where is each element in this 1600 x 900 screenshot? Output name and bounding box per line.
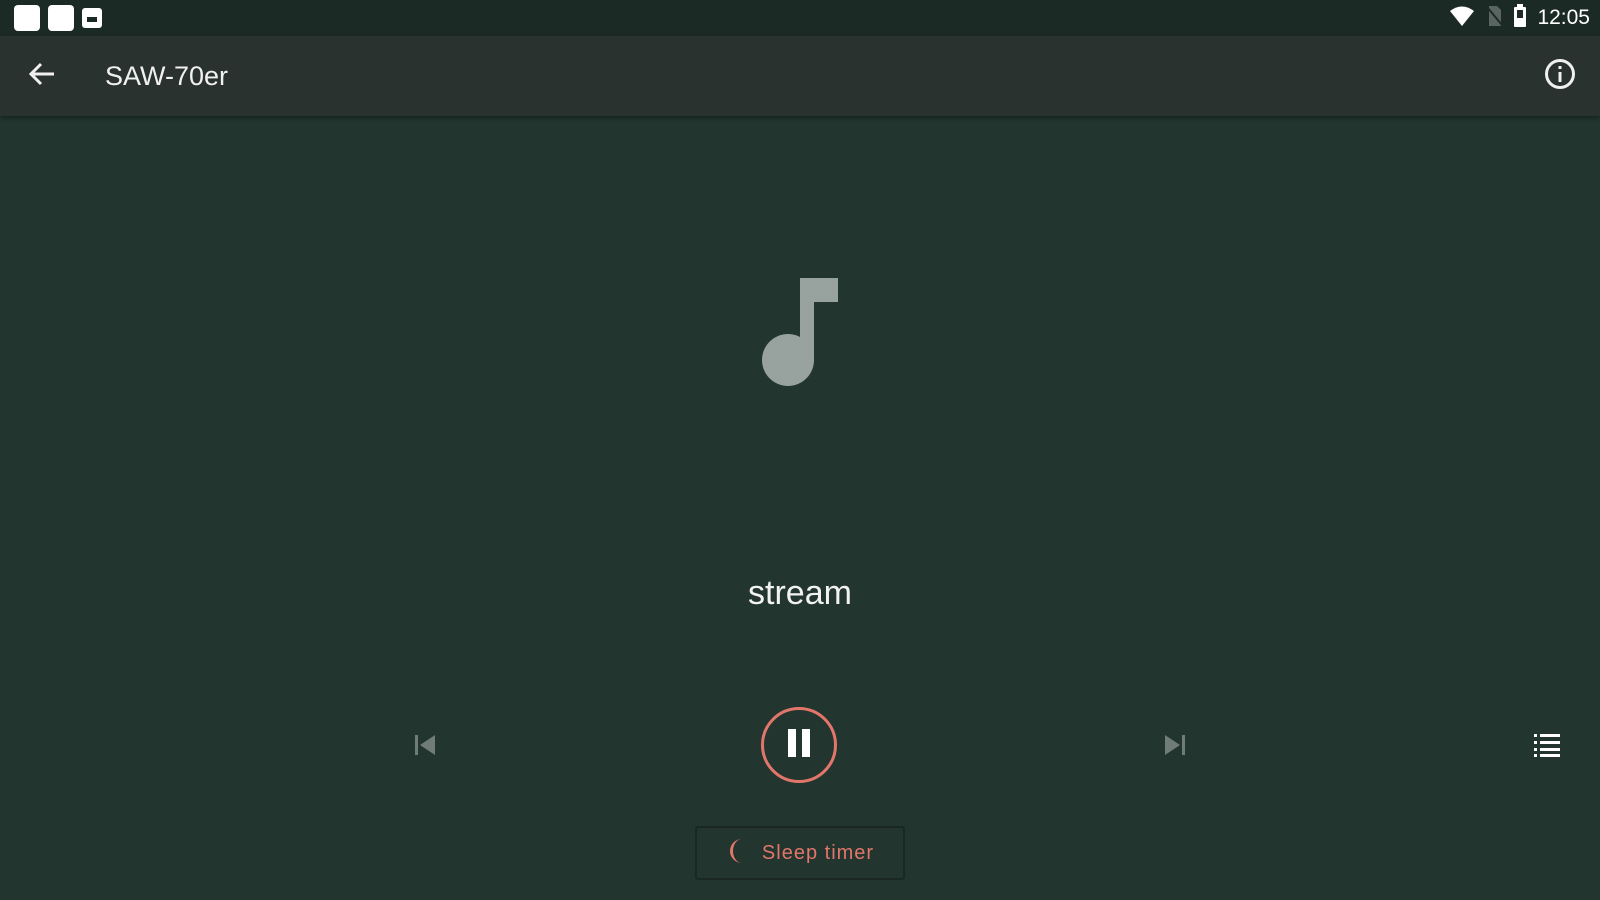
info-icon: [1544, 58, 1576, 95]
status-bar: 12:05: [0, 0, 1600, 36]
track-title: stream: [748, 574, 852, 612]
sleep-timer-label: Sleep timer: [761, 841, 875, 864]
pause-button[interactable]: [761, 707, 837, 783]
back-button[interactable]: [20, 54, 64, 98]
notification-icons: [14, 5, 102, 31]
pause-icon: [785, 728, 813, 763]
back-arrow-icon: [28, 60, 56, 93]
skip-next-button[interactable]: [1150, 722, 1200, 772]
page-title: SAW-70er: [105, 61, 229, 91]
skip-next-icon: [1162, 732, 1188, 763]
skip-previous-icon: [412, 732, 438, 763]
image-notification-icon: [82, 8, 102, 28]
app-notification-icon: [14, 5, 40, 31]
status-time: 12:05: [1537, 6, 1590, 29]
status-indicators: 12:05: [1449, 0, 1590, 36]
wifi-icon: [1449, 5, 1475, 32]
no-sim-icon: [1485, 5, 1504, 32]
sleep-timer-button[interactable]: Sleep timer: [695, 826, 905, 880]
skip-previous-button[interactable]: [400, 722, 450, 772]
battery-icon: [1513, 3, 1527, 33]
info-button[interactable]: [1538, 54, 1582, 98]
app-notification-icon: [48, 5, 74, 31]
app-bar: SAW-70er: [0, 36, 1600, 116]
player-screen: 12:05 SAW-70er stream Sleep timer: [0, 0, 1600, 900]
music-note-icon: [756, 278, 846, 396]
queue-button[interactable]: [1522, 722, 1572, 772]
queue-list-icon: [1533, 732, 1561, 763]
album-artwork: [756, 272, 846, 392]
moon-icon: [726, 838, 748, 869]
